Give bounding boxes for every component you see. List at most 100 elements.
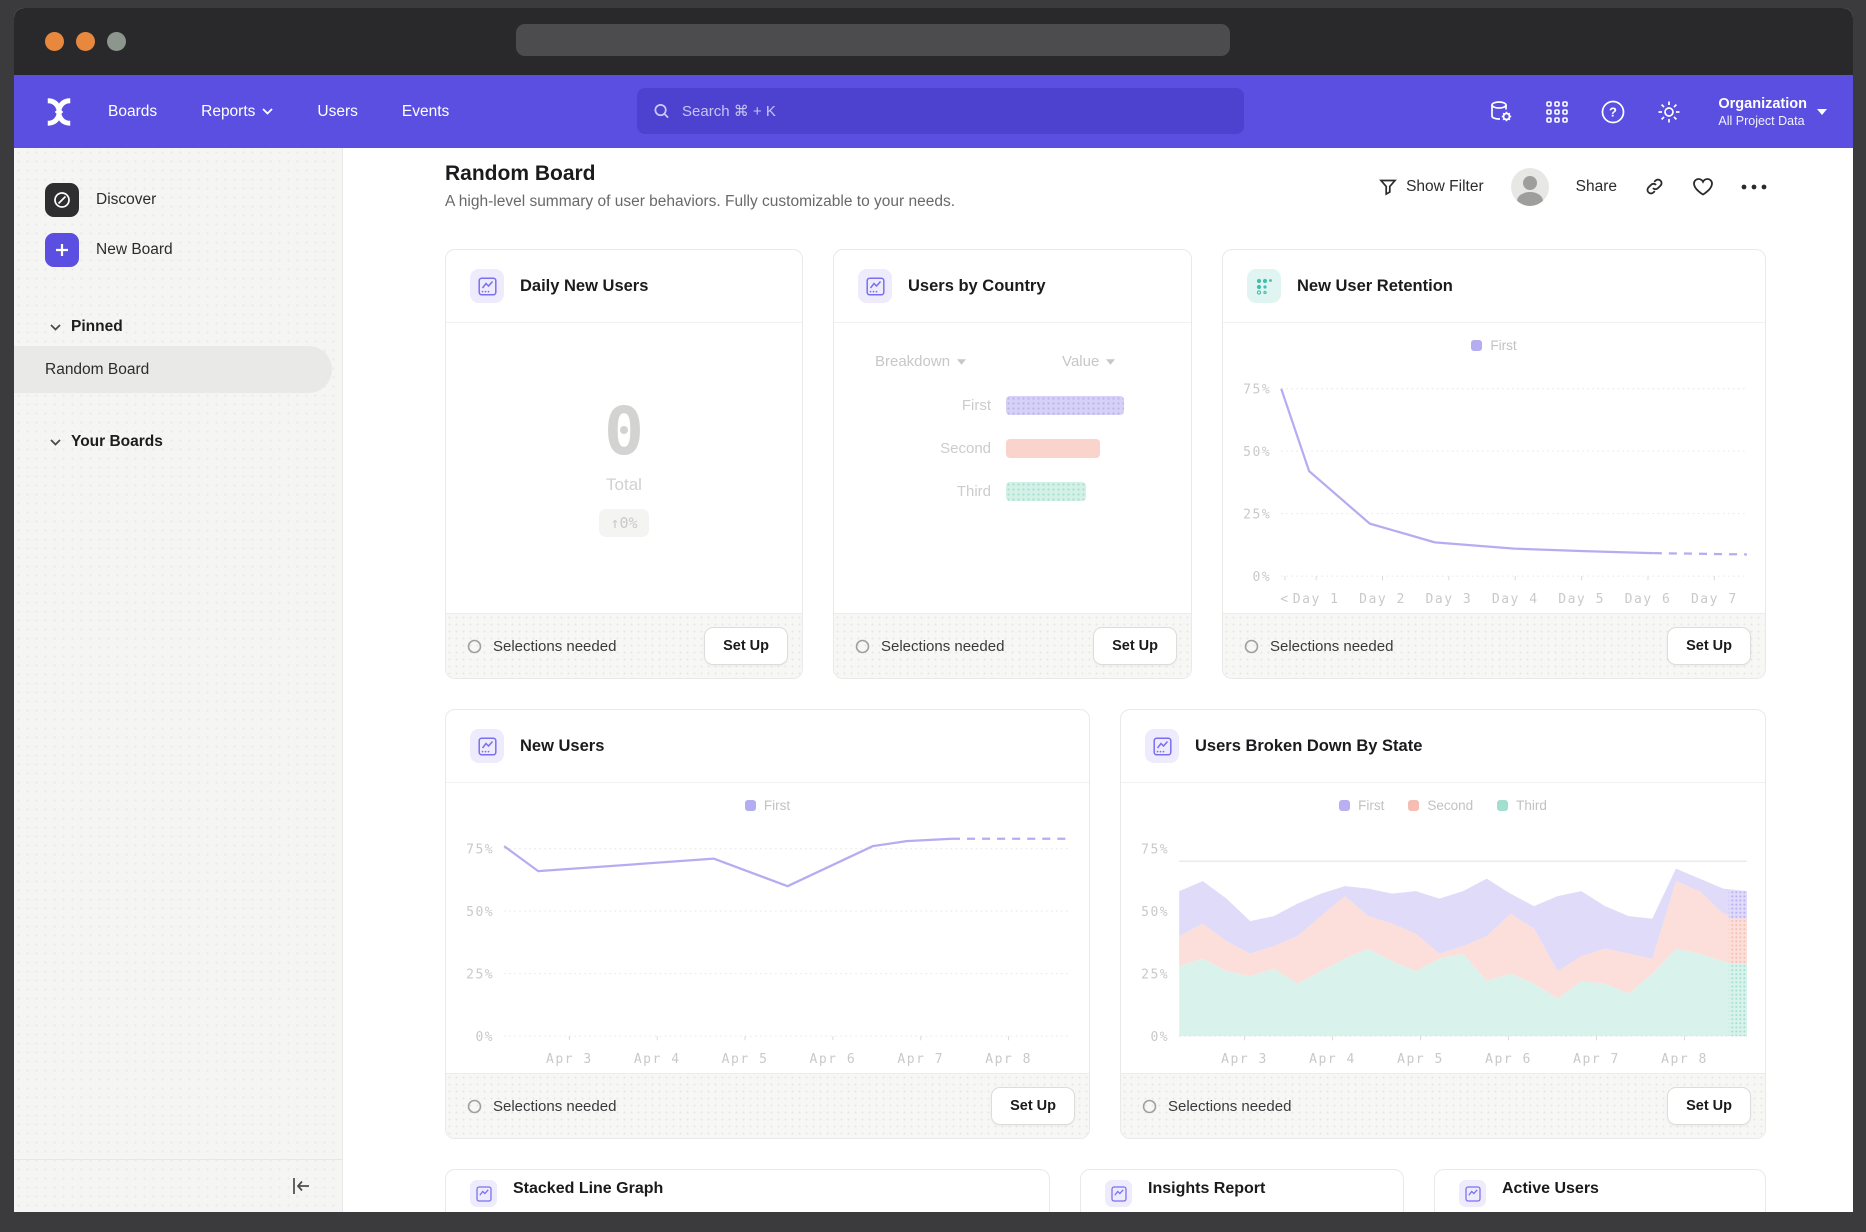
cards-row-2: New Users First 75%50%25%0%Apr 3Apr 4Apr… [445,709,1767,1139]
nav-item-label: Events [402,103,449,121]
radio-circle-icon [1244,639,1259,654]
card-active-users[interactable]: Active Users [1434,1169,1766,1212]
nav-item-users[interactable]: Users [317,103,357,121]
chevron-down-icon [50,324,61,331]
mixpanel-logo-icon[interactable] [44,97,74,127]
card-new-users[interactable]: New Users First 75%50%25%0%Apr 3Apr 4Apr… [445,709,1090,1139]
line-chart-icon [858,269,892,303]
bar-row: Third [834,482,1167,501]
card-header: Active Users [1435,1170,1765,1207]
global-search[interactable] [637,88,1244,134]
radio-circle-icon [467,1099,482,1114]
card-title: Insights Report [1148,1180,1265,1198]
bar-chart-body: Breakdown Value First [834,323,1191,613]
more-options-button[interactable] [1741,184,1767,190]
state-stacked-area-chart: 75%50%25%0%Apr 3Apr 4Apr 5Apr 6Apr 7Apr … [1121,813,1765,1073]
window-zoom-button[interactable] [107,32,126,51]
status: Selections needed [467,1098,616,1115]
sidebar-item-discover[interactable]: Discover [14,178,342,222]
ellipsis-icon [1741,184,1767,190]
data-management-icon[interactable] [1488,99,1514,125]
card-footer: Selections needed Set Up [1223,613,1765,678]
new-users-line-chart: 75%50%25%0%Apr 3Apr 4Apr 5Apr 6Apr 7Apr … [446,813,1089,1073]
card-users-by-state[interactable]: Users Broken Down By State First S [1120,709,1766,1139]
card-new-user-retention[interactable]: New User Retention First 75%50%25%0%<Day… [1222,249,1766,679]
card-header: New User Retention [1223,250,1765,323]
svg-text:Day 5: Day 5 [1558,592,1605,607]
sidebar-item-random-board[interactable]: Random Board [14,346,332,393]
apps-grid-icon[interactable] [1544,99,1570,125]
primary-nav: Boards Reports Users Events [108,103,449,121]
card-title: Users Broken Down By State [1195,737,1422,756]
set-up-button[interactable]: Set Up [1093,627,1177,665]
retention-grid-icon [1247,269,1281,303]
nav-item-events[interactable]: Events [402,103,449,121]
svg-text:0%: 0% [1150,1030,1169,1045]
card-footer: Selections needed Set Up [1121,1073,1765,1138]
collapse-sidebar-icon[interactable] [290,1176,312,1196]
main-panel: Random Board A high-level summary of use… [343,148,1853,1212]
bar-second [1006,439,1100,458]
svg-text:0%: 0% [475,1030,494,1045]
svg-text:75%: 75% [466,842,494,857]
nav-item-reports[interactable]: Reports [201,103,273,121]
favorite-button[interactable] [1692,177,1714,197]
discover-compass-icon [45,183,79,217]
chevron-down-icon [1817,109,1827,115]
help-icon[interactable]: ? [1600,99,1626,125]
show-filter-label: Show Filter [1406,178,1484,196]
window-close-button[interactable] [45,32,64,51]
radio-circle-icon [855,639,870,654]
set-up-button[interactable]: Set Up [991,1087,1075,1125]
org-switcher[interactable]: Organization All Project Data [1718,95,1827,128]
status-label: Selections needed [881,638,1004,655]
legend-label: First [1358,798,1384,813]
org-name: Organization [1718,95,1807,114]
chart-legend: First Second Third [1121,798,1765,813]
avatar[interactable] [1511,168,1549,206]
card-header: Stacked Line Graph [446,1170,1049,1207]
card-stacked-line-graph[interactable]: Stacked Line Graph [445,1169,1050,1212]
legend-item-third: Third [1497,798,1547,813]
page-subtitle: A high-level summary of user behaviors. … [445,193,955,211]
chart-legend: First [1223,338,1765,353]
legend-label: Second [1427,798,1473,813]
set-up-button[interactable]: Set Up [704,627,788,665]
card-users-by-country[interactable]: Users by Country Breakdown Value [833,249,1192,679]
retention-chart-body: First 75%50%25%0%<Day 1Day 2Day 3Day 4Da… [1223,323,1765,613]
kpi-label: Total [606,475,642,495]
sidebar-item-new-board[interactable]: New Board [14,228,342,272]
sidebar-section-pinned[interactable]: Pinned [14,308,342,346]
chevron-down-icon [957,359,966,365]
settings-gear-icon[interactable] [1656,99,1682,125]
card-header: Users by Country [834,250,1191,323]
svg-text:75%: 75% [1141,842,1169,857]
browser-window: Boards Reports Users Events [14,8,1853,1212]
radio-circle-icon [467,639,482,654]
set-up-button[interactable]: Set Up [1667,627,1751,665]
show-filter-button[interactable]: Show Filter [1379,178,1484,196]
legend-swatch [1339,800,1350,811]
window-titlebar [14,8,1853,75]
kpi-value: 0 [604,399,644,465]
copy-link-button[interactable] [1644,176,1665,197]
chart-legend: First [446,798,1089,813]
bar-row: Second [834,439,1167,458]
card-insights-report[interactable]: Insights Report [1080,1169,1404,1212]
address-bar[interactable] [516,24,1230,56]
share-button[interactable]: Share [1576,178,1617,196]
window-minimize-button[interactable] [76,32,95,51]
status-label: Selections needed [1168,1098,1291,1115]
legend-item-first: First [1471,338,1516,353]
page-title: Random Board [445,162,955,186]
card-daily-new-users[interactable]: Daily New Users 0 Total ↑0% Selections n… [445,249,803,679]
search-input[interactable] [680,102,1228,121]
value-column-header[interactable]: Value [1062,353,1115,370]
breakdown-column-header[interactable]: Breakdown [875,353,966,370]
svg-text:Day 7: Day 7 [1691,592,1738,607]
status: Selections needed [855,638,1004,655]
set-up-button[interactable]: Set Up [1667,1087,1751,1125]
svg-text:Apr 4: Apr 4 [1309,1052,1356,1067]
nav-item-boards[interactable]: Boards [108,103,157,121]
sidebar-section-your-boards[interactable]: Your Boards [14,423,342,461]
